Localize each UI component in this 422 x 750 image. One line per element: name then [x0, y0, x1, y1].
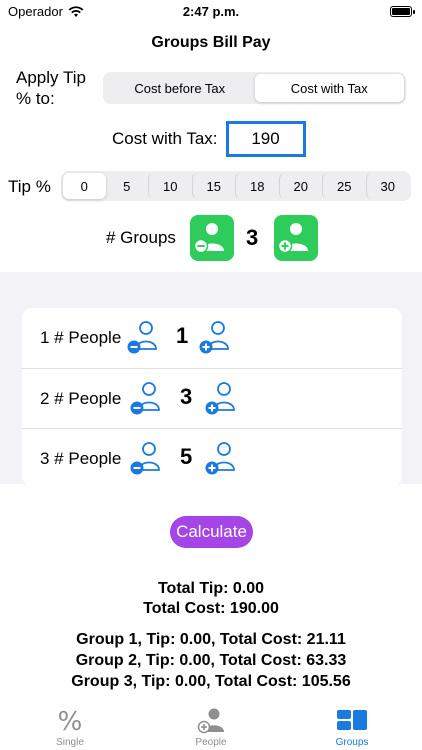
- tip-segmented-control: 0 5 10 15 18 20 25 30: [61, 171, 411, 201]
- apply-tip-label: Apply Tip % to:: [16, 68, 86, 108]
- apply-tip-segmented-control: Cost before Tax Cost with Tax: [103, 72, 406, 104]
- cost-row: Cost with Tax:: [112, 121, 306, 157]
- tip-label: Tip %: [8, 177, 51, 196]
- clock: 2:47 p.m.: [182, 4, 240, 19]
- people-count: 3: [180, 384, 193, 409]
- tip-option-15[interactable]: 15: [191, 173, 236, 199]
- person-add-icon: [277, 223, 308, 254]
- tip-option-10[interactable]: 10: [148, 173, 192, 199]
- cost-input[interactable]: [225, 121, 306, 157]
- page-title: Groups Bill Pay: [151, 34, 271, 51]
- remove-person-button[interactable]: [128, 379, 164, 419]
- tip-option-25[interactable]: 25: [322, 173, 366, 199]
- tab-single[interactable]: % Single: [0, 701, 140, 750]
- battery-icon: [390, 6, 415, 17]
- people-row: 2 # People 3: [22, 368, 402, 428]
- group-result: Group 3, Tip: 0.00, Total Cost: 105.56: [71, 673, 351, 690]
- tab-groups[interactable]: Groups: [282, 701, 422, 750]
- group-result: Group 1, Tip: 0.00, Total Cost: 21.11: [76, 631, 346, 648]
- tab-label: People: [195, 737, 227, 748]
- remove-person-button[interactable]: [125, 318, 161, 358]
- add-person-button[interactable]: [197, 318, 233, 358]
- people-row-label: 3 # People: [40, 449, 122, 468]
- add-person-button[interactable]: [203, 439, 239, 479]
- people-row-label: 1 # People: [40, 328, 122, 347]
- apply-tip-option-before-tax[interactable]: Cost before Tax: [105, 74, 255, 102]
- add-group-button[interactable]: [274, 215, 318, 261]
- total-cost: Total Cost: 190.00: [143, 600, 279, 617]
- tab-label: Groups: [335, 737, 369, 748]
- calculate-button[interactable]: Calculate: [170, 516, 253, 548]
- groups-label: # Groups: [106, 228, 176, 247]
- people-row: 3 # People 5: [22, 428, 402, 488]
- tip-option-30[interactable]: 30: [365, 173, 410, 199]
- people-list: 1 # People 1 2 # People 3 3 # People 5: [22, 308, 402, 486]
- apply-tip-option-with-tax[interactable]: Cost with Tax: [254, 74, 404, 102]
- person-add-icon: [197, 708, 224, 734]
- person-remove-icon: [193, 223, 224, 254]
- add-person-button[interactable]: [203, 379, 239, 419]
- remove-person-button[interactable]: [128, 439, 164, 479]
- tab-label: Single: [56, 737, 84, 748]
- percent-icon: %: [58, 707, 83, 735]
- people-count: 1: [176, 323, 189, 348]
- groups-count: 3: [246, 225, 259, 250]
- people-count: 5: [180, 444, 193, 469]
- tab-people[interactable]: People: [141, 701, 281, 750]
- status-bar: Operador 2:47 p.m.: [0, 0, 422, 24]
- cost-label: Cost with Tax:: [112, 129, 218, 148]
- tip-option-20[interactable]: 20: [278, 173, 323, 199]
- tip-option-0[interactable]: 0: [63, 173, 106, 199]
- groups-stepper: # Groups 3: [0, 215, 422, 261]
- total-tip: Total Tip: 0.00: [157, 580, 265, 597]
- tip-option-18[interactable]: 18: [235, 173, 279, 199]
- remove-group-button[interactable]: [190, 215, 234, 261]
- people-row: 1 # People 1: [22, 308, 402, 368]
- people-row-label: 2 # People: [40, 389, 122, 408]
- svg-text:%: %: [58, 707, 83, 735]
- group-result: Group 2, Tip: 0.00, Total Cost: 63.33: [75, 652, 347, 669]
- tab-bar: % Single People Groups: [0, 701, 422, 750]
- groups-grid-icon: [337, 710, 367, 730]
- tip-option-5[interactable]: 5: [106, 173, 149, 199]
